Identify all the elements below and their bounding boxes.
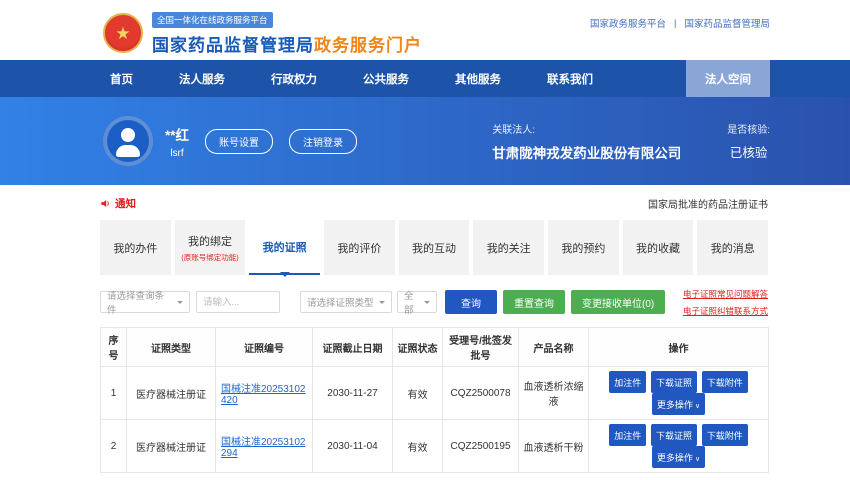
nav-item-other-services[interactable]: 其他服务 <box>455 71 501 87</box>
top-link-gov-platform[interactable]: 国家政务服务平台 <box>590 16 666 30</box>
query-condition-select[interactable]: 请选择查询条件 <box>100 291 190 313</box>
tab-my-appointments[interactable]: 我的预约 <box>548 220 619 275</box>
tab-my-messages[interactable]: 我的消息 <box>697 220 768 275</box>
more-actions-button[interactable]: 更多操作∨ <box>652 446 705 468</box>
emblem-star-icon: ★ <box>115 25 130 42</box>
col-cert-type: 证照类型 <box>127 328 216 367</box>
user-id: lsrf <box>165 148 189 159</box>
certificate-type-select[interactable]: 请选择证照类型 <box>300 291 392 313</box>
chevron-down-icon: ∨ <box>695 403 700 410</box>
chevron-down-icon <box>379 301 385 307</box>
annotate-button[interactable]: 加注件 <box>609 424 646 446</box>
notice-label: 通知 <box>115 196 136 211</box>
account-settings-button[interactable]: 账号设置 <box>205 129 273 154</box>
avatar <box>103 116 153 166</box>
download-cert-button[interactable]: 下载证照 <box>651 371 697 393</box>
col-index: 序号 <box>101 328 127 367</box>
query-button[interactable]: 查询 <box>445 290 497 314</box>
col-product-name: 产品名称 <box>519 328 589 367</box>
cert-number-link[interactable]: 国械注准20253102420 <box>221 384 306 406</box>
verify-label: 是否核验: <box>727 121 770 136</box>
related-legal-label: 关联法人: <box>492 121 681 136</box>
avatar-person-icon <box>121 128 135 142</box>
download-attachment-button[interactable]: 下载附件 <box>702 424 748 446</box>
platform-badge: 全国一体化在线政务服务平台 <box>152 12 273 28</box>
main-content: 通知 国家局批准的药品注册证书 我的办件 我的绑定 (原账号绑定功能) 我的证照… <box>0 195 850 473</box>
cert-faq-link[interactable]: 电子证照常见问题解答 <box>683 288 768 300</box>
nav-item-home[interactable]: 首页 <box>110 71 133 87</box>
cert-correction-contact-link[interactable]: 电子证照纠错联系方式 <box>683 305 768 317</box>
nav-item-public-services[interactable]: 公共服务 <box>363 71 409 87</box>
notice-row: 通知 国家局批准的药品注册证书 <box>100 195 768 211</box>
all-select[interactable]: 全部 <box>397 291 437 313</box>
logout-button[interactable]: 注销登录 <box>289 129 357 154</box>
tab-my-certificates[interactable]: 我的证照 <box>249 220 320 275</box>
col-expire-date: 证照截止日期 <box>313 328 393 367</box>
tab-my-favorites[interactable]: 我的收藏 <box>623 220 694 275</box>
reset-query-button[interactable]: 重置查询 <box>503 290 565 314</box>
tab-my-interactions[interactable]: 我的互动 <box>399 220 470 275</box>
faq-links: 电子证照常见问题解答 电子证照纠错联系方式 <box>683 288 768 317</box>
chevron-down-icon <box>177 301 183 307</box>
table-row: 2 医疗器械注册证 国械注准20253102294 2030-11-04 有效 … <box>101 420 769 473</box>
nav-item-contact[interactable]: 联系我们 <box>547 71 593 87</box>
download-attachment-button[interactable]: 下载附件 <box>702 371 748 393</box>
nav-item-legal-services[interactable]: 法人服务 <box>179 71 225 87</box>
site-title: 国家药品监督管理局 <box>152 36 314 55</box>
certificates-table: 序号 证照类型 证照编号 证照截止日期 证照状态 受理号/批签发批号 产品名称 … <box>100 327 769 473</box>
tab-my-reviews[interactable]: 我的评价 <box>324 220 395 275</box>
tab-my-items[interactable]: 我的办件 <box>100 220 171 275</box>
table-row: 1 医疗器械注册证 国械注准20253102420 2030-11-27 有效 … <box>101 367 769 420</box>
top-header: ★ 全国一体化在线政务服务平台 国家药品监督管理局政务服务门户 国家政务服务平台… <box>0 0 850 60</box>
more-actions-button[interactable]: 更多操作∨ <box>652 393 705 415</box>
top-link-nmpa[interactable]: 国家药品监督管理局 <box>684 16 770 30</box>
brand: ★ 全国一体化在线政务服务平台 国家药品监督管理局政务服务门户 <box>103 10 422 56</box>
top-links-divider: | <box>674 18 676 29</box>
query-input[interactable] <box>196 291 280 313</box>
verify-block: 是否核验: 已核验 <box>727 121 770 161</box>
col-actions: 操作 <box>589 328 769 367</box>
download-cert-button[interactable]: 下载证照 <box>651 424 697 446</box>
nav-item-admin-power[interactable]: 行政权力 <box>271 71 317 87</box>
banner-right: 关联法人: 甘肃陇神戎发药业股份有限公司 是否核验: 已核验 <box>492 121 770 162</box>
tab-my-binding[interactable]: 我的绑定 (原账号绑定功能) <box>175 220 246 275</box>
col-accept-number: 受理号/批签发批号 <box>443 328 519 367</box>
notice-message[interactable]: 国家局批准的药品注册证书 <box>648 196 768 211</box>
col-cert-status: 证照状态 <box>393 328 443 367</box>
tab-my-binding-note: (原账号绑定功能) <box>181 252 239 263</box>
nav-item-legal-space[interactable]: 法人空间 <box>686 60 770 97</box>
related-legal-block: 关联法人: 甘肃陇神戎发药业股份有限公司 <box>492 121 681 162</box>
username: **红 <box>165 124 189 144</box>
tab-my-follows[interactable]: 我的关注 <box>473 220 544 275</box>
user-block: **红 lsrf <box>165 124 189 159</box>
top-links: 国家政务服务平台 | 国家药品监督管理局 <box>590 16 770 30</box>
active-tab-pointer <box>280 272 290 282</box>
cert-number-link[interactable]: 国械注准20253102294 <box>221 437 306 459</box>
speaker-icon <box>100 198 111 209</box>
user-banner: **红 lsrf 账号设置 注销登录 关联法人: 甘肃陇神戎发药业股份有限公司 … <box>0 97 850 185</box>
main-nav: 首页 法人服务 行政权力 公共服务 其他服务 联系我们 法人空间 <box>0 60 850 97</box>
change-receiver-button[interactable]: 变更接收单位(0) <box>571 290 665 314</box>
table-header-row: 序号 证照类型 证照编号 证照截止日期 证照状态 受理号/批签发批号 产品名称 … <box>101 328 769 367</box>
related-legal-value: 甘肃陇神戎发药业股份有限公司 <box>492 142 681 162</box>
site-subtitle: 政务服务门户 <box>314 36 422 55</box>
col-cert-number: 证照编号 <box>216 328 313 367</box>
notice[interactable]: 通知 <box>100 196 136 211</box>
chevron-down-icon: ∨ <box>695 456 700 463</box>
filter-row: 请选择查询条件 请选择证照类型 全部 查询 重置查询 变更接收单位(0) 电子证… <box>100 290 768 314</box>
brand-text: 全国一体化在线政务服务平台 国家药品监督管理局政务服务门户 <box>152 10 422 56</box>
national-emblem-logo: ★ <box>103 13 143 53</box>
chevron-down-icon <box>424 301 430 307</box>
tab-bar: 我的办件 我的绑定 (原账号绑定功能) 我的证照 我的评价 我的互动 我的关注 … <box>100 220 768 275</box>
verify-status: 已核验 <box>727 142 770 161</box>
annotate-button[interactable]: 加注件 <box>609 371 646 393</box>
